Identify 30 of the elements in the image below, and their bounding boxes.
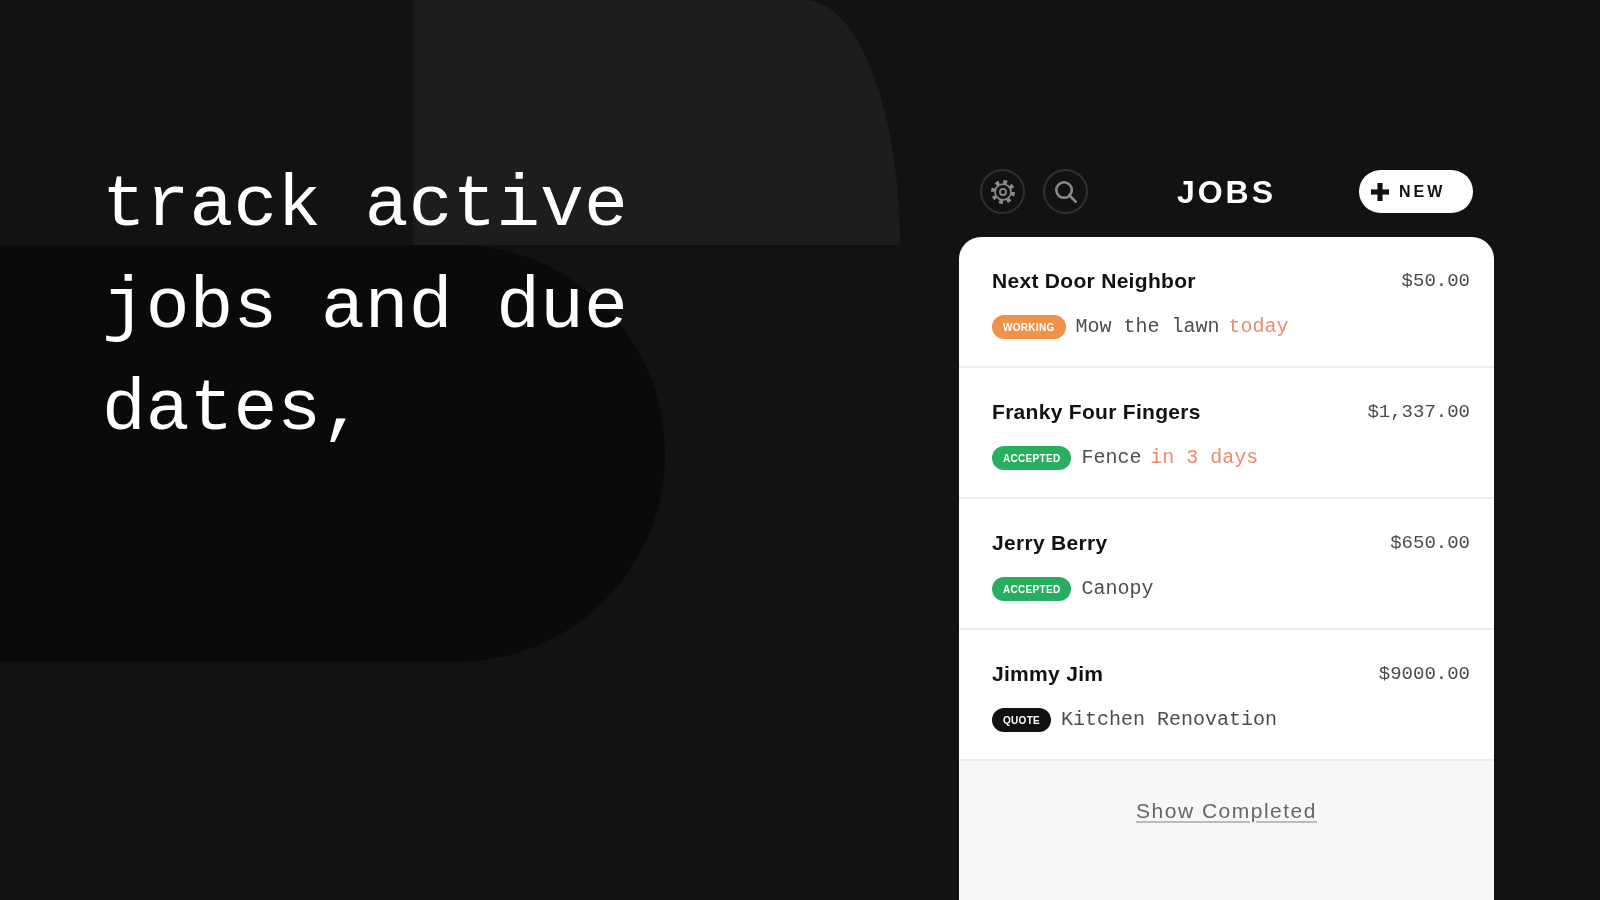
job-list-item[interactable]: Next Door Neighbor $50.00 WORKING Mow the lawn today [959,237,1494,368]
job-description: Fence [1081,445,1142,471]
headline: track active jobs and due dates, [102,163,629,453]
settings-icon [990,179,1015,204]
plus-icon [1371,182,1389,201]
job-price: $1,337.00 [1367,399,1470,425]
status-badge: ACCEPTED [992,577,1072,601]
job-description: Mow the lawn [1075,314,1220,340]
search-button[interactable] [1043,169,1088,214]
due-date-text: in 3 days [1150,445,1259,471]
status-badge: QUOTE [992,708,1052,732]
job-list-item[interactable]: Franky Four Fingers $1,337.00 ACCEPTED Fence in 3 days [959,368,1494,499]
client-name: Franky Four Fingers [992,399,1201,426]
search-icon [1054,180,1077,203]
job-price: $50.00 [1401,268,1470,294]
job-price: $9000.00 [1378,661,1470,687]
job-price: $650.00 [1390,530,1470,556]
status-badge: WORKING [992,315,1066,339]
status-badge: ACCEPTED [992,446,1072,470]
client-name: Jimmy Jim [992,661,1104,688]
settings-button[interactable] [980,169,1025,214]
job-description: Kitchen Renovation [1061,707,1278,733]
client-name: Next Door Neighbor [992,268,1196,295]
show-completed-link[interactable]: Show Completed [1136,799,1317,822]
job-list-item[interactable]: Jerry Berry $650.00 ACCEPTED Canopy [959,499,1494,630]
screen-title: JOBS [1176,175,1277,208]
client-name: Jerry Berry [992,530,1108,557]
job-description: Canopy [1081,576,1154,602]
new-button[interactable]: NEW [1359,170,1473,213]
due-date-text: today [1228,314,1289,340]
